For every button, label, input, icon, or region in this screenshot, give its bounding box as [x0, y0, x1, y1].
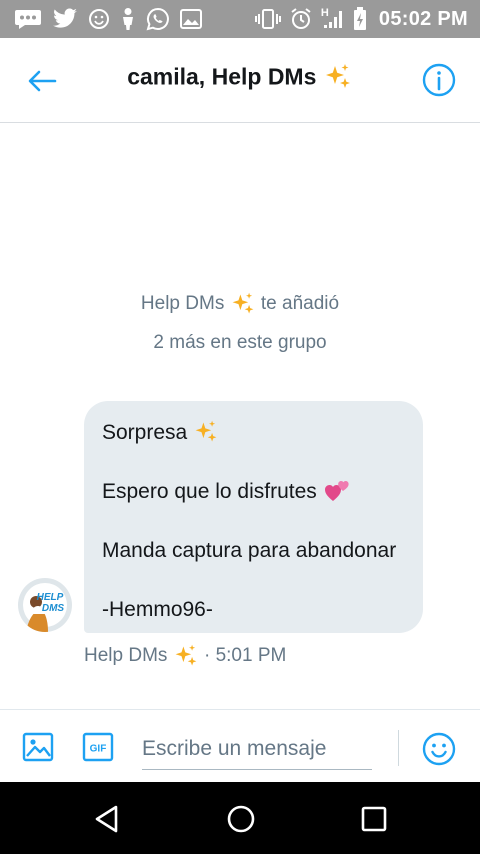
- image-icon: [22, 732, 54, 762]
- message-line: Espero que lo disfrutes: [102, 476, 405, 506]
- message-line-3: Manda captura para abandonar: [102, 538, 397, 562]
- avatar[interactable]: HELP DMS: [18, 578, 72, 632]
- message-line-4: -Hemmo96-: [102, 597, 213, 621]
- message-line: Manda captura para abandonar: [102, 535, 405, 565]
- system-added-message: Help DMs te añadió: [0, 291, 480, 317]
- conversation-title[interactable]: camila, Help DMs: [0, 62, 480, 92]
- message-line: -Hemmo96-: [102, 594, 405, 624]
- smiley-icon: [422, 732, 456, 766]
- message-input[interactable]: [142, 728, 372, 770]
- signal-icon: H: [321, 7, 345, 31]
- battery-charging-icon: [353, 7, 367, 31]
- meta-time: · 5:01 PM: [203, 645, 287, 666]
- gif-label: GIF: [90, 744, 107, 755]
- message-line: Sorpresa: [102, 417, 405, 447]
- message-bubble[interactable]: Sorpresa Espero que lo disfrutes Manda c…: [84, 401, 423, 633]
- composer-divider: [398, 730, 399, 766]
- chat-bubble-icon: [14, 7, 42, 31]
- nav-home-button[interactable]: [226, 804, 256, 834]
- message-composer: GIF: [0, 709, 480, 782]
- add-photo-button[interactable]: [22, 731, 54, 763]
- emoji-button[interactable]: [422, 732, 456, 766]
- person-icon: [120, 7, 136, 31]
- message-line-1: Sorpresa: [102, 420, 188, 444]
- sparkles-icon: [325, 64, 350, 88]
- nav-home-icon: [227, 805, 255, 833]
- nav-back-button[interactable]: [92, 804, 122, 834]
- status-time: 05:02 PM: [378, 7, 468, 30]
- notification-icons: [14, 6, 202, 32]
- gif-icon: GIF: [82, 732, 114, 762]
- android-navigation-bar: [0, 782, 480, 854]
- help-dms-avatar-image: HELP DMS: [18, 578, 72, 632]
- conversation-title-text: camila, Help DMs: [127, 63, 317, 90]
- nav-back-icon: [95, 805, 118, 833]
- nav-recent-apps-button[interactable]: [360, 805, 388, 833]
- whatsapp-icon: [146, 7, 170, 31]
- group-count-text: 2 más en este grupo: [153, 332, 327, 353]
- info-button[interactable]: [422, 63, 456, 97]
- message-meta: Help DMs · 5:01 PM: [84, 643, 286, 669]
- avatar-text-help: HELP: [37, 592, 64, 603]
- image-notification-icon: [180, 7, 202, 31]
- conversation-header: camila, Help DMs: [0, 38, 480, 123]
- added-text: te añadió: [260, 293, 340, 314]
- sparkles-icon: [232, 292, 254, 314]
- alarm-icon: [289, 7, 313, 31]
- info-icon: [422, 63, 456, 97]
- message-line-2: Espero que lo disfrutes: [102, 479, 317, 503]
- added-by-name: Help DMs: [140, 293, 225, 314]
- avatar-text-dms: DMS: [42, 603, 65, 614]
- sparkles-icon: [195, 421, 217, 442]
- vibrate-icon: [254, 7, 281, 31]
- system-status: H 05:02 PM: [254, 6, 468, 32]
- add-gif-button[interactable]: GIF: [82, 732, 114, 762]
- two-hearts-icon: [324, 481, 349, 502]
- system-group-count: 2 más en este grupo: [0, 332, 480, 354]
- smiley-notification-icon: [88, 7, 110, 31]
- meta-sender: Help DMs: [84, 645, 168, 666]
- twitter-bird-icon: [52, 7, 78, 31]
- sparkles-icon: [175, 644, 197, 666]
- network-type-label: H: [320, 7, 329, 19]
- status-bar: H 05:02 PM: [0, 0, 480, 38]
- nav-recent-icon: [361, 806, 387, 832]
